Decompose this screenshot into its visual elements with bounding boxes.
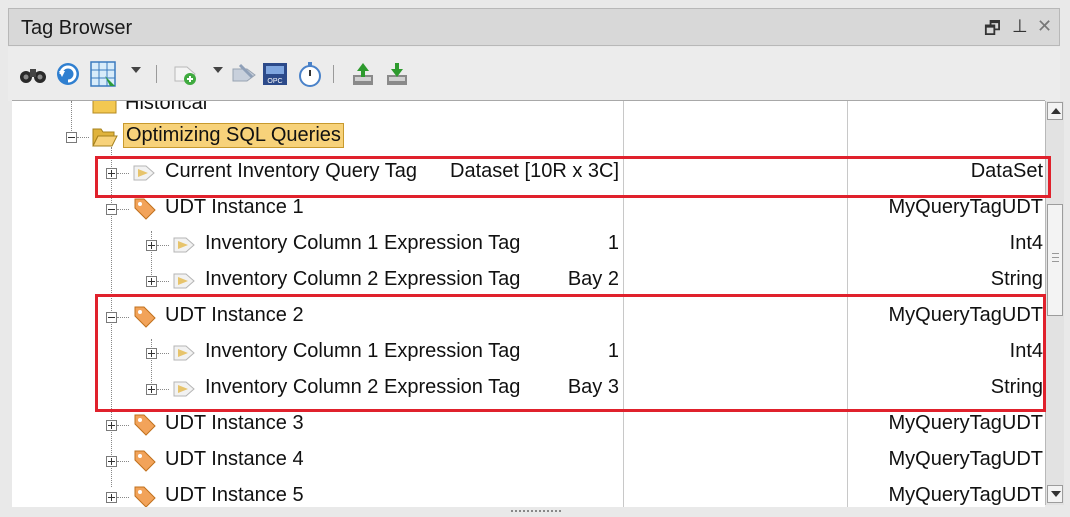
udt-tag-icon bbox=[134, 198, 156, 220]
edit-tag-icon[interactable] bbox=[230, 59, 260, 89]
stopwatch-icon[interactable] bbox=[295, 59, 325, 89]
tag-type-cell: MyQueryTagUDT bbox=[888, 484, 1043, 506]
import-icon[interactable] bbox=[348, 59, 378, 89]
tree-row-folder[interactable]: Optimizing SQL Queries bbox=[12, 119, 1045, 155]
tree-guide bbox=[117, 425, 129, 426]
expand-toggle[interactable] bbox=[106, 456, 117, 467]
tree-row[interactable]: UDT Instance 3 MyQueryTagUDT bbox=[12, 407, 1045, 443]
udt-tag-icon bbox=[134, 486, 156, 507]
restore-icon[interactable]: 🗗 bbox=[984, 16, 1001, 46]
scroll-down-button[interactable] bbox=[1047, 485, 1063, 503]
open-folder-icon bbox=[92, 128, 118, 147]
highlight-box bbox=[95, 294, 1046, 412]
tag-type-cell: MyQueryTagUDT bbox=[888, 448, 1043, 470]
query-tag-icon bbox=[173, 273, 195, 289]
opc-icon[interactable]: OPC bbox=[260, 59, 290, 89]
tag-type-cell: MyQueryTagUDT bbox=[888, 412, 1043, 434]
title-bar: Tag Browser 🗗 ⊥ ✕ bbox=[8, 8, 1060, 46]
tree-row[interactable]: UDT Instance 4 MyQueryTagUDT bbox=[12, 443, 1045, 479]
toolbar: OPC bbox=[8, 47, 1060, 101]
pin-icon[interactable]: ⊥ bbox=[1012, 16, 1028, 37]
tree-item-label: UDT Instance 4 bbox=[165, 448, 304, 470]
chevron-down-icon bbox=[1051, 491, 1061, 497]
tag-value-cell: Bay 2 bbox=[567, 268, 619, 290]
close-icon[interactable]: ✕ bbox=[1037, 16, 1052, 37]
collapse-toggle[interactable] bbox=[66, 132, 77, 143]
collapse-toggle[interactable] bbox=[106, 204, 117, 215]
new-tag-icon[interactable] bbox=[170, 59, 200, 89]
binoculars-icon[interactable] bbox=[18, 59, 48, 89]
tree-guide bbox=[157, 245, 169, 246]
svg-text:OPC: OPC bbox=[267, 78, 282, 85]
tree-guide bbox=[117, 461, 129, 462]
panel-title: Tag Browser bbox=[21, 17, 133, 39]
toolbar-separator bbox=[156, 65, 157, 83]
tag-type-cell: String bbox=[990, 268, 1043, 290]
tag-type-cell: Int4 bbox=[1009, 232, 1043, 254]
query-tag-icon bbox=[173, 237, 195, 253]
expand-toggle[interactable] bbox=[106, 420, 117, 431]
highlight-box bbox=[95, 156, 1051, 198]
chevron-up-icon bbox=[1051, 108, 1061, 114]
tree-row[interactable]: Inventory Column 1 Expression Tag 1 Int4 bbox=[12, 227, 1045, 263]
export-icon[interactable] bbox=[382, 59, 412, 89]
expand-toggle[interactable] bbox=[106, 492, 117, 503]
tree-item-label: Inventory Column 2 Expression Tag bbox=[205, 268, 521, 290]
folder-icon bbox=[92, 101, 117, 114]
tree-guide bbox=[157, 281, 169, 282]
refresh-icon[interactable] bbox=[53, 59, 83, 89]
tree-item-label: Inventory Column 1 Expression Tag bbox=[205, 232, 521, 254]
resize-grip[interactable] bbox=[511, 510, 561, 515]
expand-toggle[interactable] bbox=[146, 240, 157, 251]
toolbar-separator bbox=[333, 65, 334, 83]
tree-item-label-selected: Optimizing SQL Queries bbox=[123, 123, 344, 148]
tree-guide bbox=[77, 137, 89, 138]
tree-guide bbox=[117, 209, 129, 210]
scroll-up-button[interactable] bbox=[1047, 102, 1063, 120]
expand-toggle[interactable] bbox=[146, 276, 157, 287]
dropdown-arrow-icon[interactable] bbox=[213, 67, 223, 73]
scroll-thumb[interactable] bbox=[1047, 204, 1063, 316]
dropdown-arrow-icon[interactable] bbox=[131, 67, 141, 73]
tree-item-label: Historical bbox=[125, 100, 208, 114]
tag-type-cell: MyQueryTagUDT bbox=[888, 196, 1043, 218]
tree-item-label: UDT Instance 3 bbox=[165, 412, 304, 434]
udt-tag-icon bbox=[134, 450, 156, 472]
tag-value-cell: 1 bbox=[607, 232, 619, 254]
udt-tag-icon bbox=[134, 414, 156, 436]
tag-browser-panel: Tag Browser 🗗 ⊥ ✕ OPC Historical Optimiz… bbox=[0, 0, 1070, 517]
tree-row[interactable]: UDT Instance 5 MyQueryTagUDT bbox=[12, 479, 1045, 507]
tree-item-label: UDT Instance 5 bbox=[165, 484, 304, 506]
tree-item-label: UDT Instance 1 bbox=[165, 196, 304, 218]
tree-guide bbox=[117, 497, 129, 498]
grid-icon[interactable] bbox=[88, 59, 118, 89]
